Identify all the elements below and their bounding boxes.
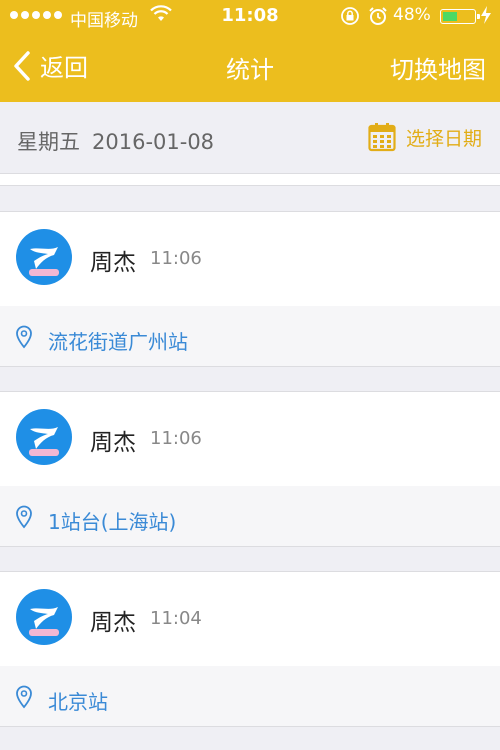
battery-icon xyxy=(440,9,480,24)
switch-map-button[interactable]: 切换地图 xyxy=(390,50,486,85)
avatar xyxy=(16,589,72,645)
status-bar: 中国移动 11:08 48% xyxy=(0,0,500,32)
user-name: 周杰 xyxy=(90,250,136,276)
location-pin-icon xyxy=(16,685,32,709)
battery-percentage: 48% xyxy=(393,5,431,25)
user-name: 周杰 xyxy=(90,610,136,636)
current-date: 星期五 2016-01-08 xyxy=(17,126,214,156)
list-item[interactable]: 周杰 11:06 1站台(上海站) xyxy=(0,391,500,547)
date-bar: 星期五 2016-01-08 选择日期 xyxy=(0,102,500,174)
location-name: 1站台(上海站) xyxy=(48,510,177,534)
user-name: 周杰 xyxy=(90,430,136,456)
charging-icon xyxy=(480,5,492,29)
list-header-strip xyxy=(0,174,500,186)
record-time: 11:06 xyxy=(150,428,202,449)
list-item[interactable]: 周杰 11:04 北京站 xyxy=(0,571,500,727)
select-date-button[interactable]: 选择日期 xyxy=(368,122,482,152)
alarm-icon xyxy=(368,6,388,30)
location-name: 北京站 xyxy=(48,690,108,714)
avatar xyxy=(16,409,72,465)
rotation-lock-icon xyxy=(340,6,360,30)
calendar-icon xyxy=(368,123,396,152)
record-time: 11:04 xyxy=(150,608,202,629)
location-pin-icon xyxy=(16,505,32,529)
navigation-bar: 返回 统计 切换地图 xyxy=(0,40,500,92)
avatar xyxy=(16,229,72,285)
record-time: 11:06 xyxy=(150,248,202,269)
location-pin-icon xyxy=(16,325,32,349)
weekday-label: 星期五 xyxy=(17,130,80,154)
location-name: 流花街道广州站 xyxy=(48,330,188,354)
select-date-label: 选择日期 xyxy=(405,127,482,150)
list-item[interactable]: 周杰 11:06 流花街道广州站 xyxy=(0,211,500,367)
date-label: 2016-01-08 xyxy=(92,130,215,154)
